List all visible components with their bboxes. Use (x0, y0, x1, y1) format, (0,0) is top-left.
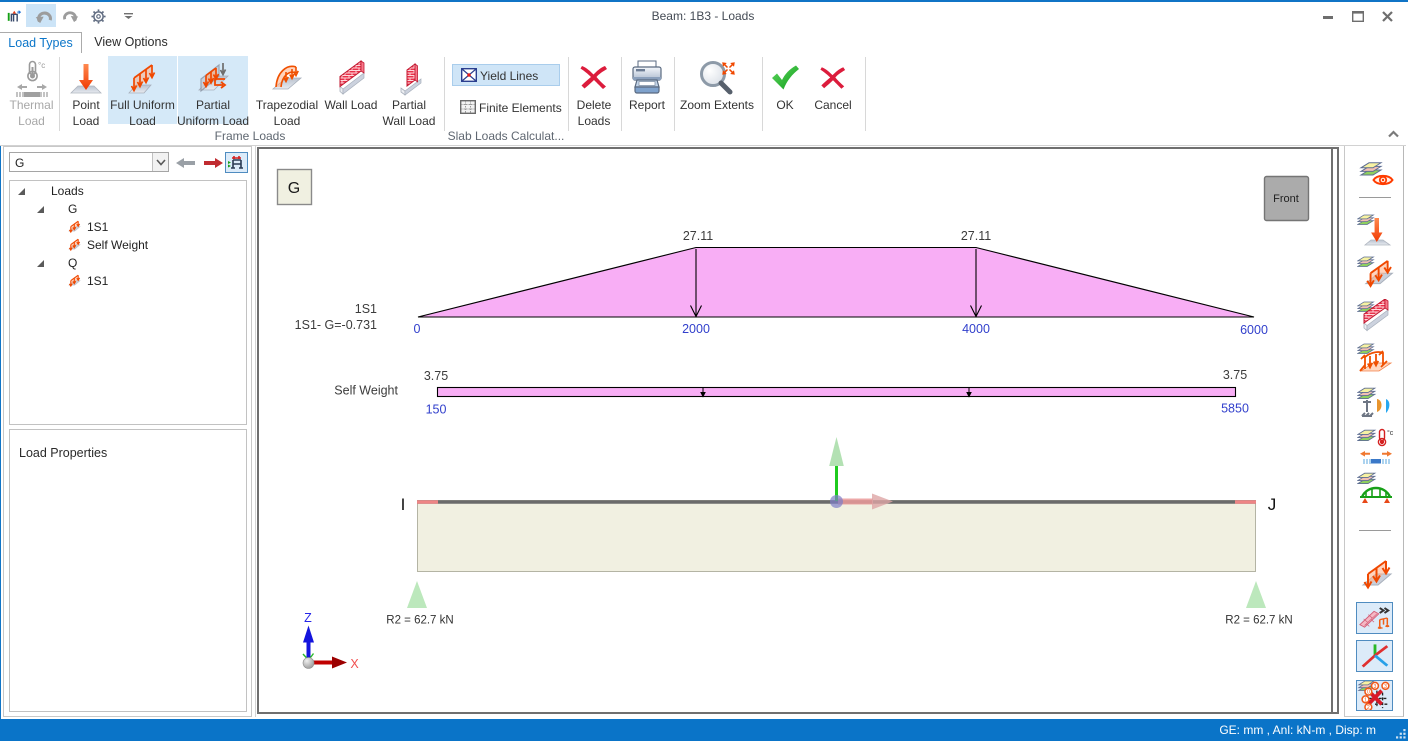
svg-text:6000: 6000 (1240, 323, 1268, 337)
svg-text:Self Weight: Self Weight (334, 384, 398, 398)
svg-text:G: G (288, 180, 300, 197)
svg-text:°c: °c (1387, 429, 1394, 437)
svg-text:2: 2 (1367, 705, 1370, 710)
svg-text:2000: 2000 (682, 322, 710, 336)
svg-text:X: X (350, 657, 359, 671)
svg-text:1S1: 1S1 (355, 302, 377, 316)
svg-text:150: 150 (426, 403, 447, 417)
svg-text:J: J (1268, 495, 1277, 514)
svg-text:0: 0 (414, 322, 421, 336)
svg-text:3.75: 3.75 (424, 369, 448, 383)
svg-text:1S1- G=-0.731: 1S1- G=-0.731 (295, 318, 377, 332)
svg-text:R2 = 62.7 kN: R2 = 62.7 kN (386, 615, 453, 627)
svg-text:3: 3 (1374, 684, 1377, 690)
svg-text:3: 3 (1384, 684, 1387, 690)
svg-text:1: 1 (1364, 697, 1367, 703)
svg-text:3.75: 3.75 (1223, 368, 1247, 382)
svg-text:Z: Z (304, 611, 312, 625)
svg-text:4000: 4000 (962, 322, 990, 336)
svg-text:0: 0 (1367, 690, 1370, 696)
svg-text:5850: 5850 (1221, 402, 1249, 416)
svg-text:Front: Front (1273, 193, 1299, 205)
svg-text:I: I (401, 495, 406, 514)
svg-text:°c: °c (38, 61, 45, 70)
svg-text:R2 = 62.7 kN: R2 = 62.7 kN (1225, 615, 1292, 627)
svg-text:27.11: 27.11 (961, 229, 991, 243)
svg-text:27.11: 27.11 (683, 229, 713, 243)
